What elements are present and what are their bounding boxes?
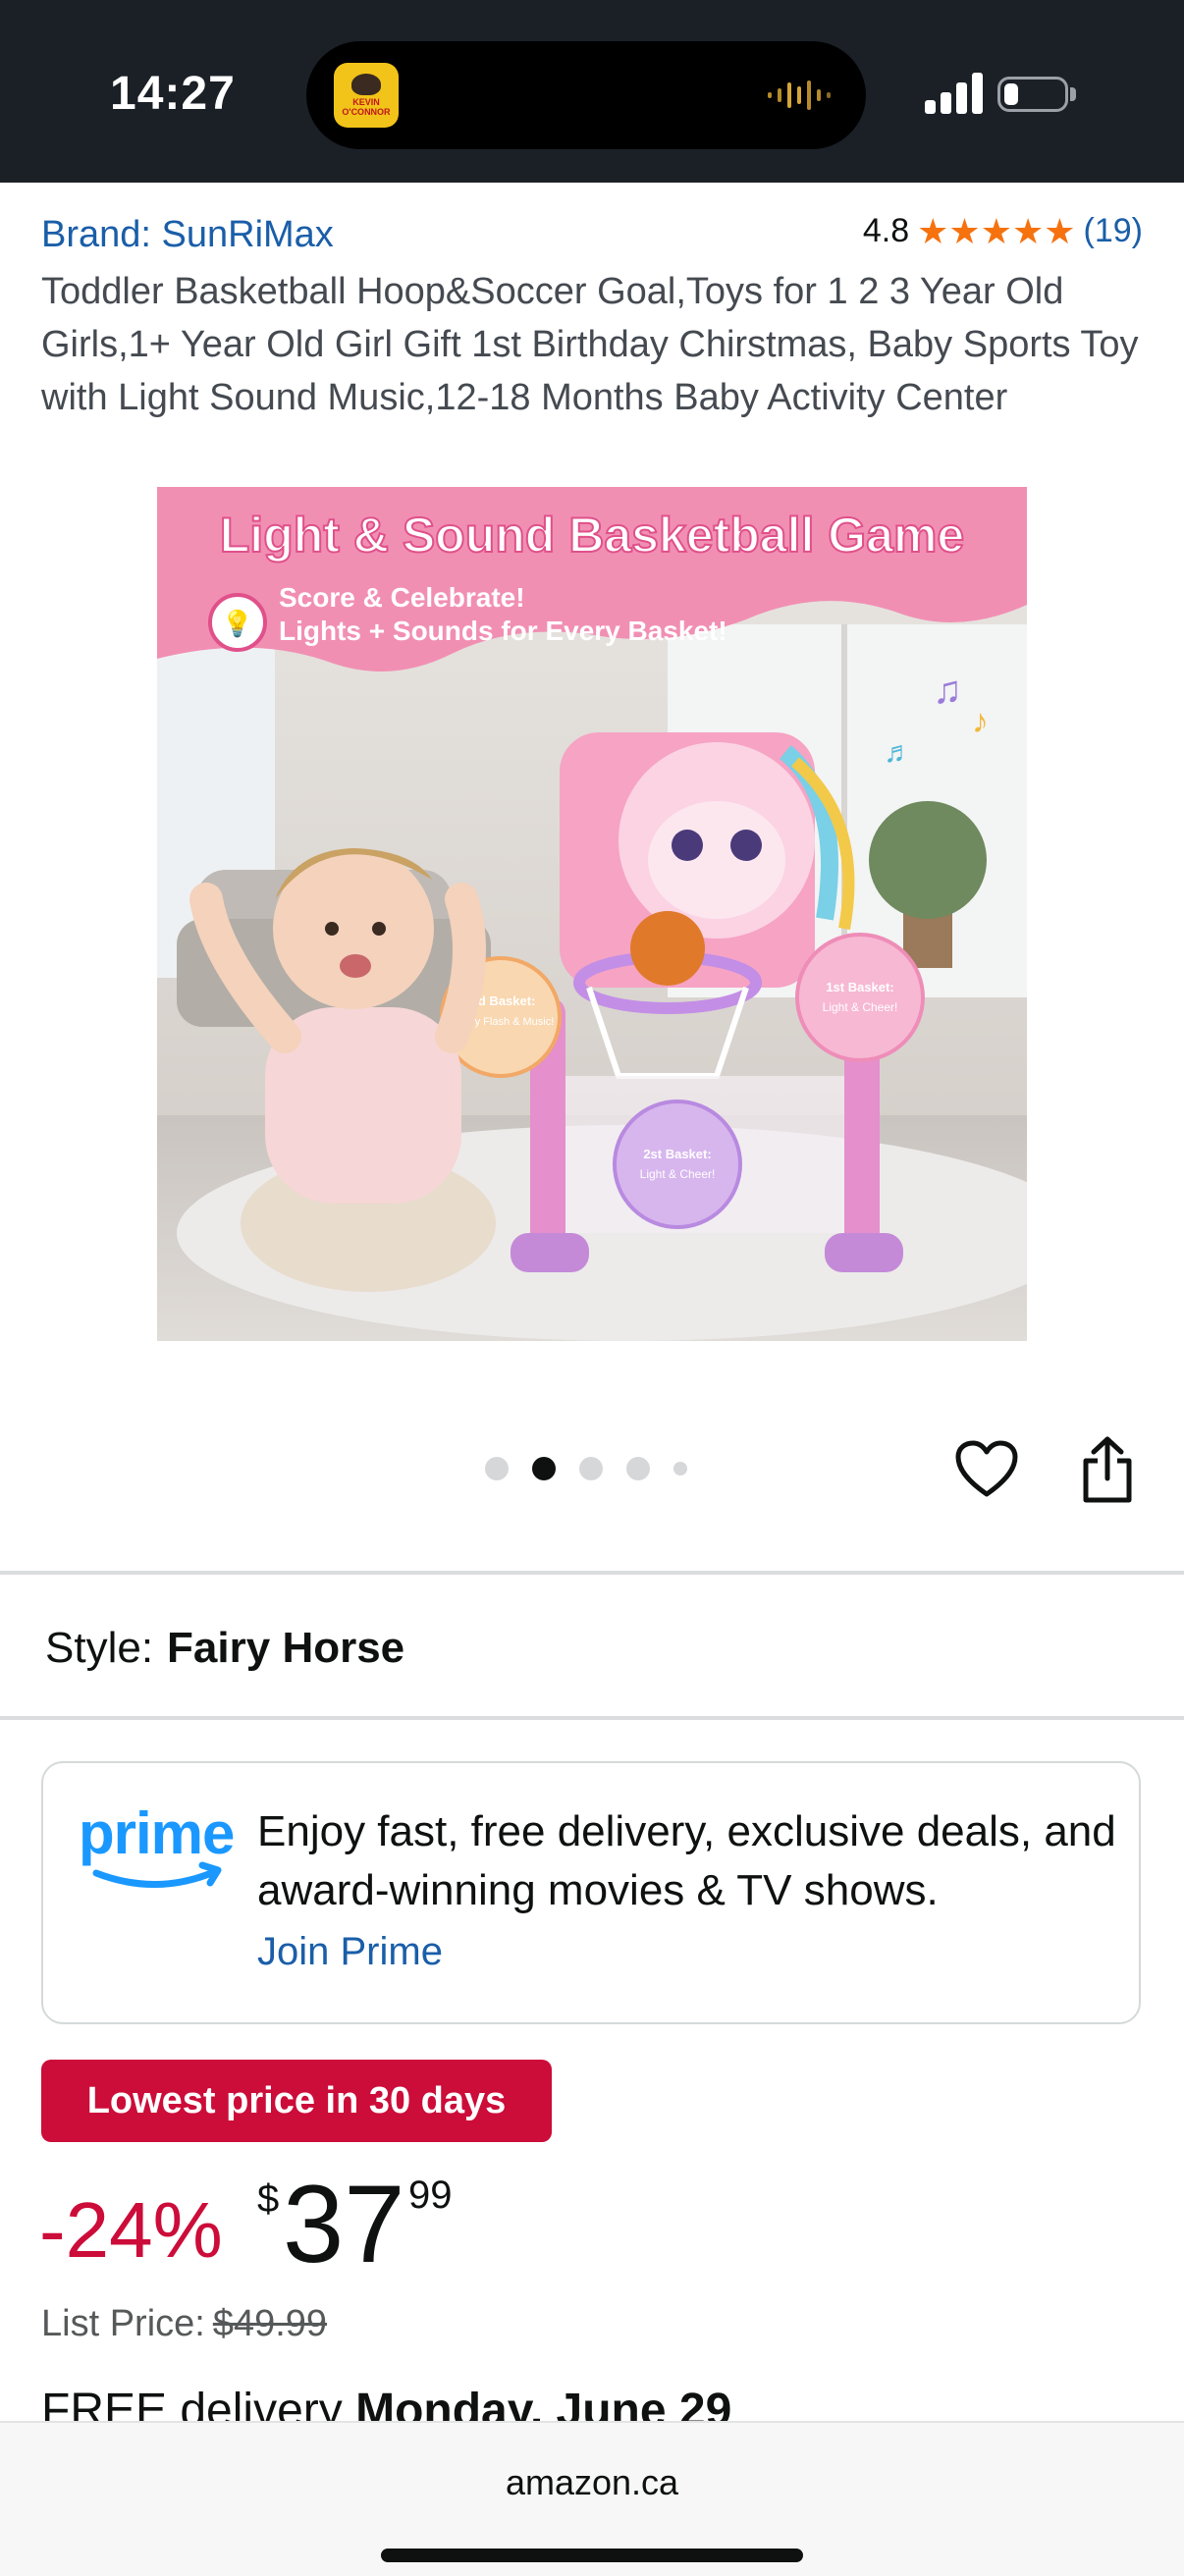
- carousel-dot[interactable]: [626, 1457, 650, 1480]
- carousel-dots[interactable]: [485, 1457, 687, 1480]
- star-rating-icon: ★★★★★: [917, 210, 1076, 251]
- price-whole: 37: [283, 2163, 405, 2285]
- svg-text:💡: 💡: [222, 609, 253, 638]
- svg-text:♪: ♪: [972, 703, 989, 740]
- rating-value: 4.8: [862, 212, 910, 249]
- join-prime-link[interactable]: Join Prime: [257, 1930, 443, 1974]
- browser-bottom-bar: amazon.ca: [0, 2421, 1184, 2576]
- style-value: Fairy Horse: [167, 1624, 405, 1672]
- bubble-2nd-title: 2st Basket:: [643, 1147, 711, 1161]
- home-indicator[interactable]: [381, 2549, 803, 2562]
- dynamic-island[interactable]: KEVIN O'CONNOR: [306, 41, 866, 149]
- battery-tip: [1070, 87, 1076, 101]
- image-headline: Light & Sound Basketball Game: [220, 508, 964, 563]
- image-subline-1: Score & Celebrate!: [279, 582, 525, 613]
- rating-summary[interactable]: 4.8 ★★★★★ (19): [863, 212, 1143, 250]
- bubble-2nd-body: Light & Cheer!: [640, 1167, 716, 1181]
- image-subline-2: Lights + Sounds for Every Basket!: [279, 616, 727, 646]
- share-icon[interactable]: [1078, 1435, 1137, 1504]
- carousel-dot[interactable]: [485, 1457, 509, 1480]
- carousel-dot-active[interactable]: [532, 1457, 556, 1480]
- cellular-signal-icon: [925, 73, 983, 114]
- battery-icon: [997, 77, 1068, 112]
- brand-link[interactable]: Brand: SunRiMax: [41, 214, 334, 256]
- section-divider: [0, 1716, 1184, 1720]
- svg-text:♫: ♫: [933, 669, 962, 712]
- podcast-artwork-text: KEVIN O'CONNOR: [342, 97, 391, 117]
- product-title: Toddler Basketball Hoop&Soccer Goal,Toys…: [41, 271, 1139, 418]
- status-time: 14:27: [110, 68, 236, 120]
- style-selector[interactable]: Style: Fairy Horse: [45, 1624, 404, 1673]
- prime-logo-icon: prime: [79, 1802, 235, 1888]
- carousel-dot[interactable]: [579, 1457, 603, 1480]
- list-price-label: List Price:: [41, 2303, 205, 2344]
- svg-text:prime: prime: [79, 1802, 234, 1866]
- section-divider: [0, 1571, 1184, 1575]
- prime-description: Enjoy fast, free delivery, exclusive dea…: [257, 1807, 1116, 1914]
- podcast-artwork-icon: KEVIN O'CONNOR: [334, 63, 399, 128]
- product-image-art: Light & Sound Basketball Game 💡 Score & …: [157, 487, 1027, 1341]
- bubble-1st-title: 1st Basket:: [826, 980, 893, 994]
- prime-promo[interactable]: prime Enjoy fast, free delivery, exclusi…: [41, 1761, 1141, 2024]
- heart-icon[interactable]: [954, 1439, 1019, 1500]
- discount-percent: -24%: [39, 2186, 223, 2274]
- price-fraction: 99: [408, 2174, 453, 2217]
- audio-waveform-icon: [768, 80, 831, 110]
- bubble-1st-body: Light & Cheer!: [823, 1000, 898, 1014]
- svg-text:♬: ♬: [884, 736, 913, 769]
- list-price: List Price: $49.99: [41, 2303, 327, 2345]
- url-bar[interactable]: amazon.ca: [0, 2462, 1184, 2503]
- product-image[interactable]: Light & Sound Basketball Game 💡 Score & …: [157, 487, 1027, 1341]
- status-bar: 14:27 KEVIN O'CONNOR: [0, 0, 1184, 183]
- style-label: Style:: [45, 1624, 154, 1672]
- list-price-value: $49.99: [212, 2303, 328, 2344]
- carousel-dot[interactable]: [673, 1462, 687, 1476]
- rating-count[interactable]: (19): [1084, 212, 1143, 250]
- deal-badge: Lowest price in 30 days: [41, 2060, 552, 2142]
- price-currency: $: [257, 2177, 280, 2221]
